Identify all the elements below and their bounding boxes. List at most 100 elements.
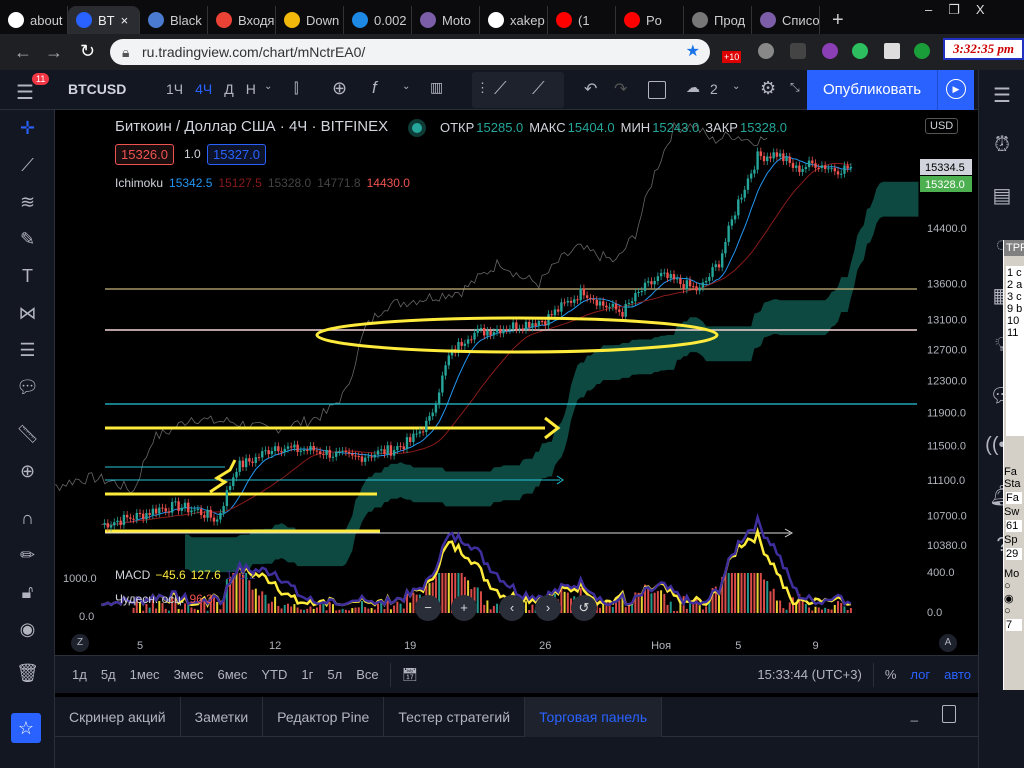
close-tab-icon[interactable]: × (121, 13, 129, 28)
dialog-list-item[interactable]: 9 b (1007, 303, 1023, 315)
restore-icon[interactable]: ❐ (948, 2, 960, 18)
browser-tab[interactable]: 0.002 (344, 6, 412, 34)
symbol-search[interactable]: BTCUSD (62, 81, 132, 97)
panel-tab[interactable]: Заметки (181, 696, 264, 737)
lock-drawing-icon[interactable]: ✏ (0, 537, 55, 574)
interval-1[interactable]: 4Ч (189, 81, 218, 97)
redo-icon[interactable]: ↷ (608, 79, 633, 99)
dialog-field[interactable]: 61 (1006, 520, 1022, 532)
data-window-icon[interactable]: ▤ (979, 170, 1024, 220)
dialog-list-item[interactable]: 10 (1007, 315, 1023, 327)
browser-tab[interactable]: Входя (208, 6, 276, 34)
dialog-list-item[interactable]: 1 c (1007, 267, 1023, 279)
maximize-panel-icon[interactable] (942, 705, 956, 723)
extension-icon[interactable] (914, 43, 930, 59)
favorites-star-icon[interactable]: ☆ (11, 713, 41, 743)
eye-icon[interactable]: ◉ (0, 611, 55, 648)
forward-icon[interactable]: → (45, 42, 63, 63)
chart-area[interactable]: 14400.0 13600.0 13100.0 12700.0 12300.0 11900… (55, 110, 978, 655)
dialog-list-item[interactable]: 11 (1007, 327, 1023, 339)
external-dialog-window[interactable]: TPR 1 c2 a3 c9 b1011 Fa Sta Fa Sw 61 Sp … (1003, 240, 1024, 690)
dialog-field[interactable]: Fa (1006, 492, 1022, 504)
drag-handle-icon[interactable]: ⋮ (476, 80, 489, 96)
dialog-radio[interactable]: ○ (1004, 605, 1024, 617)
templates-icon[interactable]: ▥ (424, 79, 449, 96)
reset-chart-button[interactable]: ↺ (571, 595, 597, 621)
scroll-left-button[interactable]: ‹ (499, 595, 525, 621)
menu-icon[interactable]: ☰ (16, 80, 34, 105)
scroll-right-button[interactable]: › (535, 595, 561, 621)
zoom-in-button[interactable]: + (451, 595, 477, 621)
panel-tab[interactable]: Торговая панель (525, 696, 663, 737)
indicators-icon[interactable]: f (366, 78, 383, 98)
fullscreen-icon[interactable] (648, 81, 666, 99)
fib-icon[interactable]: ≋ (0, 184, 55, 221)
buy-button[interactable]: 15327.0 (207, 144, 266, 165)
settings-gear-icon[interactable]: ⚙ (754, 78, 782, 99)
close-icon[interactable]: X (976, 2, 985, 18)
minimize-panel-icon[interactable]: _ (911, 707, 918, 722)
auto-toggle[interactable]: авто (937, 667, 978, 682)
ao-legend[interactable]: Чудесн. осц. 96.3 (115, 592, 213, 606)
replay-button[interactable]: ▶ (937, 70, 974, 110)
range-button[interactable]: YTD (254, 667, 294, 682)
panel-tab[interactable]: Тестер стратегий (384, 696, 526, 737)
crosshair-icon[interactable]: ✛ (0, 110, 55, 147)
dialog-list-item[interactable]: 2 a (1007, 279, 1023, 291)
candles-icon[interactable]: ⫿ (288, 80, 304, 97)
range-button[interactable]: Все (349, 667, 385, 682)
percent-toggle[interactable]: % (878, 667, 904, 682)
browser-tab[interactable]: about (0, 6, 68, 34)
panel-tab[interactable]: Редактор Pine (263, 696, 385, 737)
brush-icon[interactable]: ✎ (0, 221, 55, 258)
chevron-down-icon[interactable]: ⌄ (396, 81, 416, 92)
zoom-out-button[interactable]: − (415, 595, 441, 621)
zoom-in-icon[interactable]: ⊕ (0, 453, 55, 490)
range-button[interactable]: 1д (65, 667, 94, 682)
browser-tab[interactable]: BT × (68, 6, 140, 34)
browser-tab[interactable]: (1 (548, 6, 616, 34)
compare-plus-icon[interactable]: ⊕ (326, 78, 353, 99)
pattern-icon[interactable]: ⋈ (0, 295, 55, 332)
watchlist-icon[interactable]: ☰ (979, 70, 1024, 120)
layout-count[interactable]: 2 (704, 81, 724, 97)
url-field[interactable]: 🔒︎ ru.tradingview.com/chart/mNctrEA0/ ★ (110, 39, 710, 65)
extension-icon[interactable] (822, 43, 838, 59)
goto-date-icon[interactable]: 📅︎ (395, 667, 426, 683)
prediction-icon[interactable]: ☰ (0, 332, 55, 369)
dialog-field[interactable]: 29 (1006, 548, 1022, 560)
bookmark-star-icon[interactable]: ★ (686, 39, 700, 65)
trend-line-icon[interactable]: ⟋ (0, 147, 55, 184)
evernote-icon[interactable] (852, 43, 868, 59)
alarm-clock-icon[interactable]: ⏰︎ (979, 120, 1024, 170)
range-button[interactable]: 1мес (123, 667, 167, 682)
lock-icon[interactable]: 🔓︎ (0, 574, 55, 611)
publish-button[interactable]: Опубликовать (807, 70, 937, 110)
auto-scale-a-button[interactable]: A (939, 634, 957, 652)
line-icon[interactable]: ⟋ (532, 78, 545, 99)
sell-button[interactable]: 15326.0 (115, 144, 174, 165)
panel-tab[interactable]: Скринер акций (55, 696, 181, 737)
dialog-radio[interactable]: ○ (1004, 580, 1024, 592)
dialog-field[interactable]: 7 (1006, 619, 1022, 631)
range-button[interactable]: 6мес (210, 667, 254, 682)
browser-tab[interactable]: Black (140, 6, 208, 34)
reload-icon[interactable]: ↻ (80, 41, 95, 62)
range-button[interactable]: 3мес (167, 667, 211, 682)
ichimoku-legend[interactable]: Ichimoku 15342.5 15127.5 15328.0 14771.8… (115, 176, 410, 190)
browser-tab[interactable]: Прод (684, 6, 752, 34)
undo-icon[interactable]: ↶ (578, 79, 603, 99)
new-tab-button[interactable]: + (832, 9, 844, 32)
magnet-icon[interactable]: ∩ (0, 500, 55, 537)
trend-line-icon[interactable]: ⟋ (494, 78, 507, 99)
cloud-layout-icon[interactable]: ☁︎ (680, 79, 706, 96)
browser-tab[interactable]: Списо (752, 6, 820, 34)
log-toggle[interactable]: лог (903, 667, 937, 682)
chevron-down-icon[interactable]: ⌄ (258, 81, 278, 92)
chevron-down-icon[interactable]: ⌄ (726, 81, 746, 92)
browser-tab[interactable]: Po (616, 6, 684, 34)
text-icon[interactable]: T (0, 258, 55, 295)
dialog-list-item[interactable]: 3 c (1007, 291, 1023, 303)
range-button[interactable]: 5л (320, 667, 349, 682)
dialog-list[interactable]: 1 c2 a3 c9 b 10 11 (1006, 266, 1024, 436)
